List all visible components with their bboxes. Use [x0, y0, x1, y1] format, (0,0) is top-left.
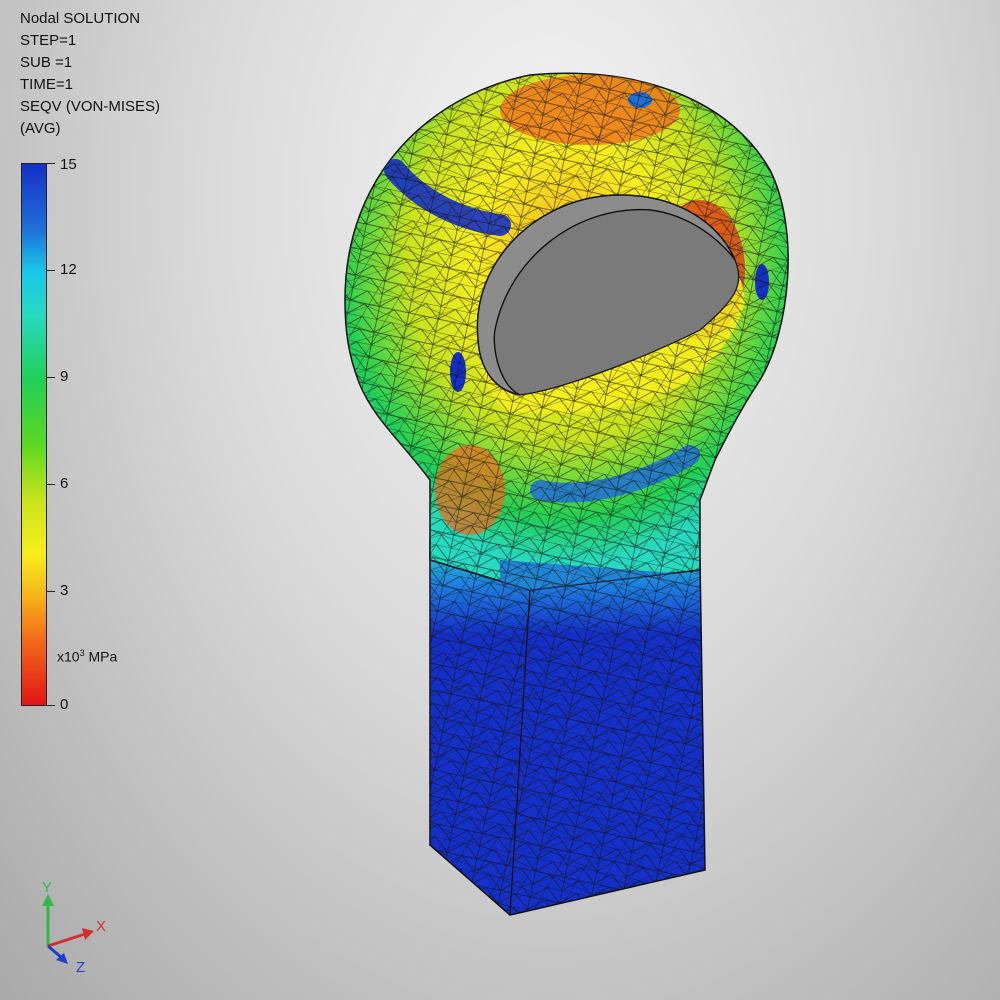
z-axis-arrow: [47, 944, 63, 960]
axis-triad: Y X Z: [42, 879, 106, 976]
x-axis-label: X: [96, 918, 106, 935]
fea-model-viewport[interactable]: [0, 0, 1000, 1000]
shank-body: [429, 538, 706, 916]
x-axis-arrowhead: [82, 928, 94, 940]
x-axis-arrow: [47, 932, 86, 948]
eye-ring-body: [344, 72, 789, 591]
z-axis-label: Z: [76, 959, 85, 976]
y-axis-label: Y: [42, 879, 52, 896]
